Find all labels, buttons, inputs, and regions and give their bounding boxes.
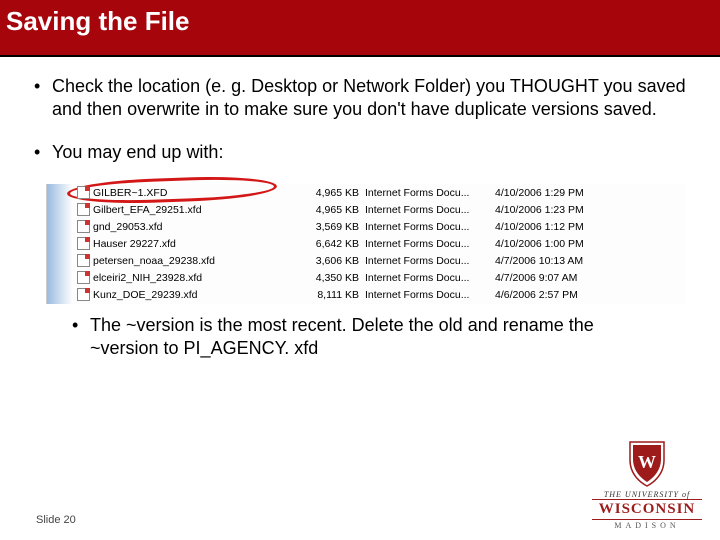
bullet-may-end-up: You may end up with: bbox=[30, 141, 690, 164]
logo-line-madison: MADISON bbox=[592, 521, 702, 530]
file-row: GILBER~1.XFD4,965 KBInternet Forms Docu.… bbox=[47, 184, 686, 201]
file-size: 4,965 KB bbox=[303, 187, 365, 199]
file-row: Hauser 29227.xfd6,642 KBInternet Forms D… bbox=[47, 235, 686, 252]
file-date: 4/10/2006 1:29 PM bbox=[495, 187, 584, 199]
slide-title: Saving the File bbox=[0, 0, 720, 57]
uw-crest-icon: W bbox=[627, 440, 667, 488]
file-name: Gilbert_EFA_29251.xfd bbox=[93, 204, 303, 216]
file-date: 4/10/2006 1:00 PM bbox=[495, 238, 584, 250]
file-row: Kunz_DOE_29239.xfd8,111 KBInternet Forms… bbox=[47, 286, 686, 303]
file-name: Hauser 29227.xfd bbox=[93, 238, 303, 250]
file-type: Internet Forms Docu... bbox=[365, 255, 495, 267]
svg-text:W: W bbox=[638, 452, 656, 472]
file-name: elceiri2_NIH_23928.xfd bbox=[93, 272, 303, 284]
file-type: Internet Forms Docu... bbox=[365, 187, 495, 199]
file-icon bbox=[77, 271, 90, 284]
file-name: Kunz_DOE_29239.xfd bbox=[93, 289, 303, 301]
file-size: 4,965 KB bbox=[303, 204, 365, 216]
file-icon bbox=[77, 203, 90, 216]
file-size: 4,350 KB bbox=[303, 272, 365, 284]
uw-logo: W THE UNIVERSITY of WISCONSIN MADISON bbox=[592, 440, 702, 530]
file-row: petersen_noaa_29238.xfd3,606 KBInternet … bbox=[47, 252, 686, 269]
file-icon bbox=[77, 220, 90, 233]
file-row: elceiri2_NIH_23928.xfd4,350 KBInternet F… bbox=[47, 269, 686, 286]
file-listing-screenshot: GILBER~1.XFD4,965 KBInternet Forms Docu.… bbox=[46, 184, 686, 304]
file-size: 6,642 KB bbox=[303, 238, 365, 250]
file-icon bbox=[77, 288, 90, 301]
file-size: 3,606 KB bbox=[303, 255, 365, 267]
file-type: Internet Forms Docu... bbox=[365, 272, 495, 284]
file-icon bbox=[77, 254, 90, 267]
file-row: Gilbert_EFA_29251.xfd4,965 KBInternet Fo… bbox=[47, 201, 686, 218]
slide-number: Slide 20 bbox=[36, 514, 76, 526]
file-name: GILBER~1.XFD bbox=[93, 187, 303, 199]
file-row: gnd_29053.xfd3,569 KBInternet Forms Docu… bbox=[47, 218, 686, 235]
file-icon bbox=[77, 237, 90, 250]
file-size: 8,111 KB bbox=[303, 289, 365, 301]
file-date: 4/6/2006 2:57 PM bbox=[495, 289, 578, 301]
file-type: Internet Forms Docu... bbox=[365, 289, 495, 301]
file-name: gnd_29053.xfd bbox=[93, 221, 303, 233]
bullet-tilde-version: The ~version is the most recent. Delete … bbox=[68, 314, 660, 361]
file-icon bbox=[77, 186, 90, 199]
file-date: 4/7/2006 10:13 AM bbox=[495, 255, 583, 267]
bullet-check-location: Check the location (e. g. Desktop or Net… bbox=[30, 75, 690, 121]
file-type: Internet Forms Docu... bbox=[365, 238, 495, 250]
file-type: Internet Forms Docu... bbox=[365, 204, 495, 216]
file-type: Internet Forms Docu... bbox=[365, 221, 495, 233]
logo-line-wisconsin: WISCONSIN bbox=[592, 499, 702, 520]
file-date: 4/10/2006 1:12 PM bbox=[495, 221, 584, 233]
logo-line-university: THE UNIVERSITY of bbox=[592, 490, 702, 499]
file-date: 4/7/2006 9:07 AM bbox=[495, 272, 577, 284]
file-size: 3,569 KB bbox=[303, 221, 365, 233]
slide-body: Check the location (e. g. Desktop or Net… bbox=[0, 57, 720, 361]
file-name: petersen_noaa_29238.xfd bbox=[93, 255, 303, 267]
file-date: 4/10/2006 1:23 PM bbox=[495, 204, 584, 216]
